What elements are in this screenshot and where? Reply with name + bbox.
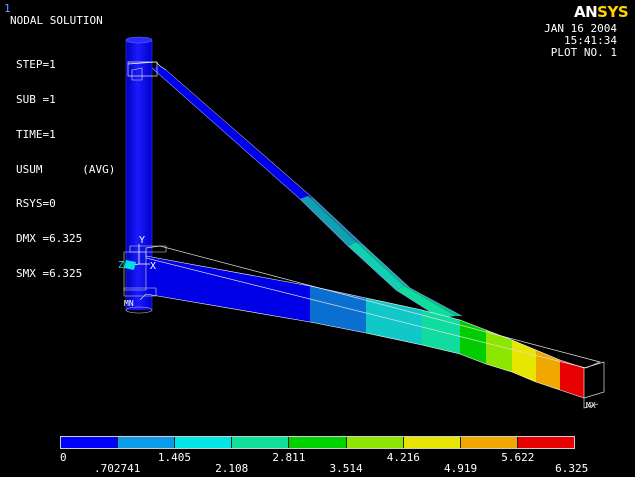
legend-swatch (460, 437, 518, 448)
max-marker: MX (586, 401, 596, 410)
triad-z-label: Z (118, 260, 124, 271)
horizontal-beam (123, 245, 605, 409)
legend-swatch (403, 437, 461, 448)
legend-label: 4.216 (386, 451, 420, 464)
triad-y-label: Y (139, 235, 145, 246)
legend-label: 1.405 (157, 451, 191, 464)
min-marker: MN (124, 299, 134, 308)
legend-label: 5.622 (501, 451, 535, 464)
legend-label: 0 (60, 451, 67, 464)
legend-swatch (346, 437, 404, 448)
legend-label: 6.325 (555, 462, 589, 475)
legend-swatch (175, 437, 233, 448)
triad-x-label: X (150, 261, 156, 272)
legend-swatch (61, 437, 119, 448)
legend-label: 4.919 (443, 462, 478, 475)
legend-label: .702741 (94, 462, 141, 475)
legend-label: 2.811 (272, 451, 306, 464)
graphics-viewport[interactable]: 1 NODAL SOLUTION STEP=1 SUB =1 TIME=1 US… (0, 0, 635, 477)
legend-swatch (118, 437, 176, 448)
model-scene: Y Z X MN MX (118, 36, 605, 410)
legend-swatch (289, 437, 347, 448)
legend-swatch (517, 437, 574, 448)
legend-label: 3.514 (329, 462, 363, 475)
legend-label: 2.108 (215, 462, 249, 475)
legend-swatch (232, 437, 290, 448)
contour-legend (60, 436, 575, 449)
